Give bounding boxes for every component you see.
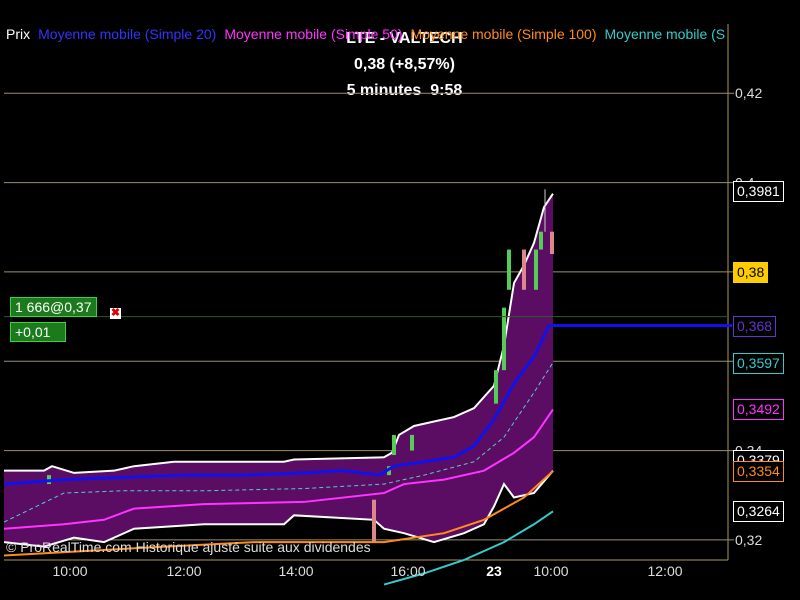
price-tag: 0,368 — [733, 315, 777, 337]
price-tag: 0,38 — [733, 261, 769, 283]
price-tag: 0,3492 — [733, 399, 784, 421]
legend-item[interactable]: Moyenne mobile (Simple 100) — [411, 26, 597, 42]
order-pnl: +0,01 — [10, 322, 66, 342]
candle — [507, 249, 511, 290]
price-tag: 0,3597 — [733, 352, 784, 374]
x-tick-label: 12:00 — [166, 563, 202, 579]
candle — [494, 370, 498, 404]
candle — [372, 499, 376, 543]
chart-canvas[interactable]: 0,320,340,360,380,40,42 — [0, 0, 800, 600]
candle — [392, 434, 396, 456]
legend-item[interactable]: Prix — [6, 26, 30, 42]
x-tick-label: 16:00 — [390, 563, 426, 579]
price-tag: 0,3354 — [733, 461, 784, 483]
close-icon[interactable]: ✖ — [110, 308, 121, 319]
x-tick-label: 23 — [486, 563, 502, 579]
candle — [539, 231, 543, 250]
x-tick-label: 14:00 — [278, 563, 314, 579]
price-tag: 0,3264 — [733, 501, 784, 523]
legend-item[interactable]: Moyenne mobile (Simple 200) — [605, 26, 726, 42]
candle — [550, 231, 554, 255]
y-tick-label: 0,42 — [735, 85, 762, 101]
y-tick-label: 0,32 — [735, 532, 762, 548]
legend: Prix Moyenne mobile (Simple 20) Moyenne mo… — [6, 25, 726, 43]
candle — [534, 249, 538, 290]
copyright: © ProRealTime.com Historique ajusté suit… — [6, 539, 371, 555]
x-tick-label: 10:00 — [52, 563, 88, 579]
x-tick-label: 12:00 — [647, 563, 683, 579]
price-tag: 0,3981 — [733, 181, 784, 203]
legend-item[interactable]: Moyenne mobile (Simple 50) — [224, 26, 402, 42]
envelope-fill — [4, 193, 553, 547]
order-label[interactable]: 1 666@0,37 — [10, 297, 97, 317]
candle — [522, 249, 526, 290]
legend-item[interactable]: Moyenne mobile (Simple 20) — [38, 26, 216, 42]
candle — [410, 434, 414, 451]
x-tick-label: 10:00 — [533, 563, 569, 579]
